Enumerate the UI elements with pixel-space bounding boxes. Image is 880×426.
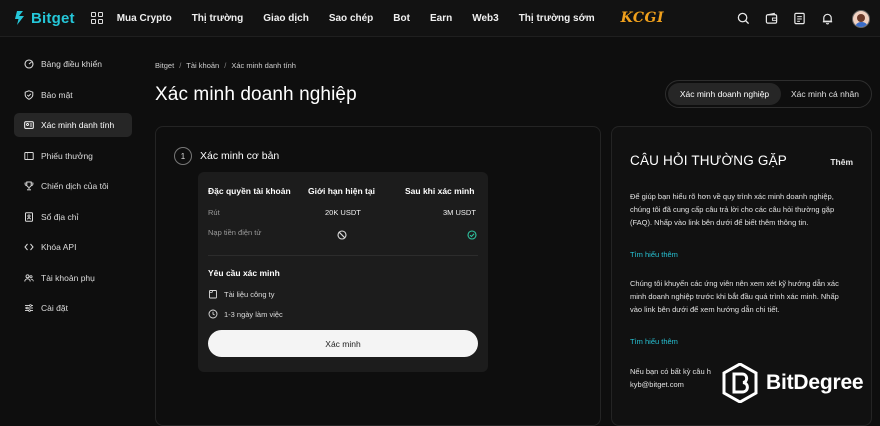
sidebar-item-label: Chiến dịch của tôi <box>41 181 109 191</box>
sub-account-icon <box>24 273 34 283</box>
sidebar-item-identity[interactable]: Xác minh danh tính <box>14 113 132 137</box>
brand-name: Bitget <box>31 9 75 27</box>
search-icon[interactable] <box>736 12 750 26</box>
sidebar-item-label: Phiếu thưởng <box>41 150 93 161</box>
sidebar-item-label: Bảo mật <box>41 89 73 100</box>
faq-more-link[interactable]: Thêm <box>830 157 853 167</box>
sidebar-item-label: Xác minh danh tính <box>41 120 115 130</box>
row-label-withdraw: Rút <box>208 208 220 217</box>
faq-paragraph-2: Chúng tôi khuyến các ứng viên nên xem xé… <box>630 279 839 314</box>
sidebar-item-sub-accounts[interactable]: Tài khoản phụ <box>14 266 132 290</box>
kcgi-logo[interactable]: KCGI <box>621 10 664 26</box>
col-header-current-limit: Giới hạn hiện tại <box>308 186 375 196</box>
breadcrumb: Bitget / Tài khoản / Xác minh danh tính <box>155 61 296 70</box>
breadcrumb-separator: / <box>179 61 182 70</box>
step-header: 1 Xác minh cơ bản <box>174 147 279 165</box>
requirement-time: 1-3 ngày làm việc <box>208 309 283 319</box>
faq-title: CÂU HỎI THƯỜNG GẶP <box>630 153 787 168</box>
avatar[interactable] <box>852 9 870 28</box>
nav-web3[interactable]: Web3 <box>472 13 499 24</box>
nav-markets[interactable]: Thị trường <box>192 13 244 24</box>
top-icons <box>736 0 870 37</box>
bitget-logo[interactable]: Bitget <box>12 0 75 37</box>
sidebar-item-address-book[interactable]: Sổ địa chỉ <box>14 205 132 229</box>
nav-bot[interactable]: Bot <box>393 13 410 24</box>
breadcrumb-account[interactable]: Tài khoản <box>186 61 219 70</box>
api-icon <box>24 242 34 252</box>
faq-learn-more-link-1[interactable]: Tìm hiểu thêm <box>630 250 678 259</box>
wallet-icon[interactable] <box>764 12 778 26</box>
sidebar-item-coupons[interactable]: Phiếu thưởng <box>14 144 132 168</box>
bitdegree-watermark: BitDegree <box>722 362 864 404</box>
col-header-privileges: Đặc quyền tài khoản <box>208 186 291 196</box>
address-book-icon <box>24 211 34 222</box>
sidebar-item-settings[interactable]: Cài đặt <box>14 296 132 320</box>
sidebar-item-label: Tài khoản phụ <box>41 272 95 283</box>
document-icon <box>208 289 218 299</box>
bitget-logo-icon <box>15 11 24 25</box>
step-title: Xác minh cơ bản <box>200 150 280 162</box>
sidebar-item-label: Sổ địa chỉ <box>41 211 79 222</box>
coupon-icon <box>24 151 34 161</box>
sidebar-item-label: Bảng điều khiển <box>41 59 102 69</box>
top-navbar: Bitget Mua Crypto Thị trường Giao dịch S… <box>0 0 880 37</box>
nav-buy-crypto[interactable]: Mua Crypto <box>117 13 172 24</box>
nav-trade[interactable]: Giao dịch <box>263 13 309 24</box>
breadcrumb-identity: Xác minh danh tính <box>231 61 296 70</box>
dashboard-icon <box>24 59 34 69</box>
col-header-after-verification: Sau khi xác minh <box>405 186 475 196</box>
divider <box>208 255 478 256</box>
account-sidebar: Bảng điều khiển Bảo mật Xác minh danh tí… <box>14 52 132 327</box>
after-withdraw-limit: 3M USDT <box>443 208 476 217</box>
nav-earn[interactable]: Earn <box>430 13 452 24</box>
breadcrumb-bitget[interactable]: Bitget <box>155 61 174 70</box>
apps-grid-icon[interactable] <box>90 12 103 24</box>
blocked-icon <box>337 227 347 245</box>
faq-paragraph-1: Để giúp bạn hiểu rõ hơn về quy trình xác… <box>630 192 835 227</box>
requirement-label: 1-3 ngày làm việc <box>224 309 283 319</box>
verification-type-toggle: Xác minh doanh nghiệp Xác minh cá nhân <box>665 80 872 108</box>
trophy-icon <box>24 181 34 191</box>
sidebar-item-api[interactable]: Khóa API <box>14 235 132 259</box>
orders-icon[interactable] <box>792 12 806 26</box>
check-circle-icon <box>467 227 477 245</box>
nav-copy[interactable]: Sao chép <box>329 13 373 24</box>
sidebar-item-label: Cài đặt <box>41 303 68 313</box>
sidebar-item-security[interactable]: Bảo mật <box>14 83 132 107</box>
step-number: 1 <box>174 147 192 165</box>
nav-premarket[interactable]: Thị trường sớm <box>519 13 595 24</box>
tab-business-verification[interactable]: Xác minh doanh nghiệp <box>668 83 781 105</box>
bell-icon[interactable] <box>820 12 834 26</box>
shield-icon <box>24 89 34 100</box>
faq-learn-more-link-2[interactable]: Tìm hiểu thêm <box>630 337 678 346</box>
requirement-documents: Tài liệu công ty <box>208 289 274 299</box>
requirement-label: Tài liệu công ty <box>224 289 275 299</box>
sidebar-item-label: Khóa API <box>41 242 77 252</box>
main-nav: Mua Crypto Thị trường Giao dịch Sao chép… <box>117 13 615 24</box>
privileges-panel: Đặc quyền tài khoản Giới hạn hiện tại Sa… <box>198 172 488 372</box>
page-title: Xác minh doanh nghiệp <box>155 84 357 105</box>
id-card-icon <box>24 120 34 130</box>
row-label-crypto-deposit: Nạp tiền điện tử <box>208 228 262 237</box>
sidebar-item-campaigns[interactable]: Chiến dịch của tôi <box>14 174 132 198</box>
bitdegree-logo-icon <box>722 363 758 403</box>
verify-button[interactable]: Xác minh <box>208 330 478 357</box>
sidebar-item-dashboard[interactable]: Bảng điều khiển <box>14 52 132 76</box>
watermark-text: BitDegree <box>766 371 864 394</box>
tab-personal-verification[interactable]: Xác minh cá nhân <box>781 83 869 105</box>
clock-icon <box>208 309 218 319</box>
requirements-title: Yêu cầu xác minh <box>208 268 280 278</box>
settings-icon <box>24 303 34 313</box>
current-withdraw-limit: 20K USDT <box>325 208 361 217</box>
basic-verification-card: 1 Xác minh cơ bản Đặc quyền tài khoản Gi… <box>155 126 601 426</box>
breadcrumb-separator: / <box>224 61 227 70</box>
